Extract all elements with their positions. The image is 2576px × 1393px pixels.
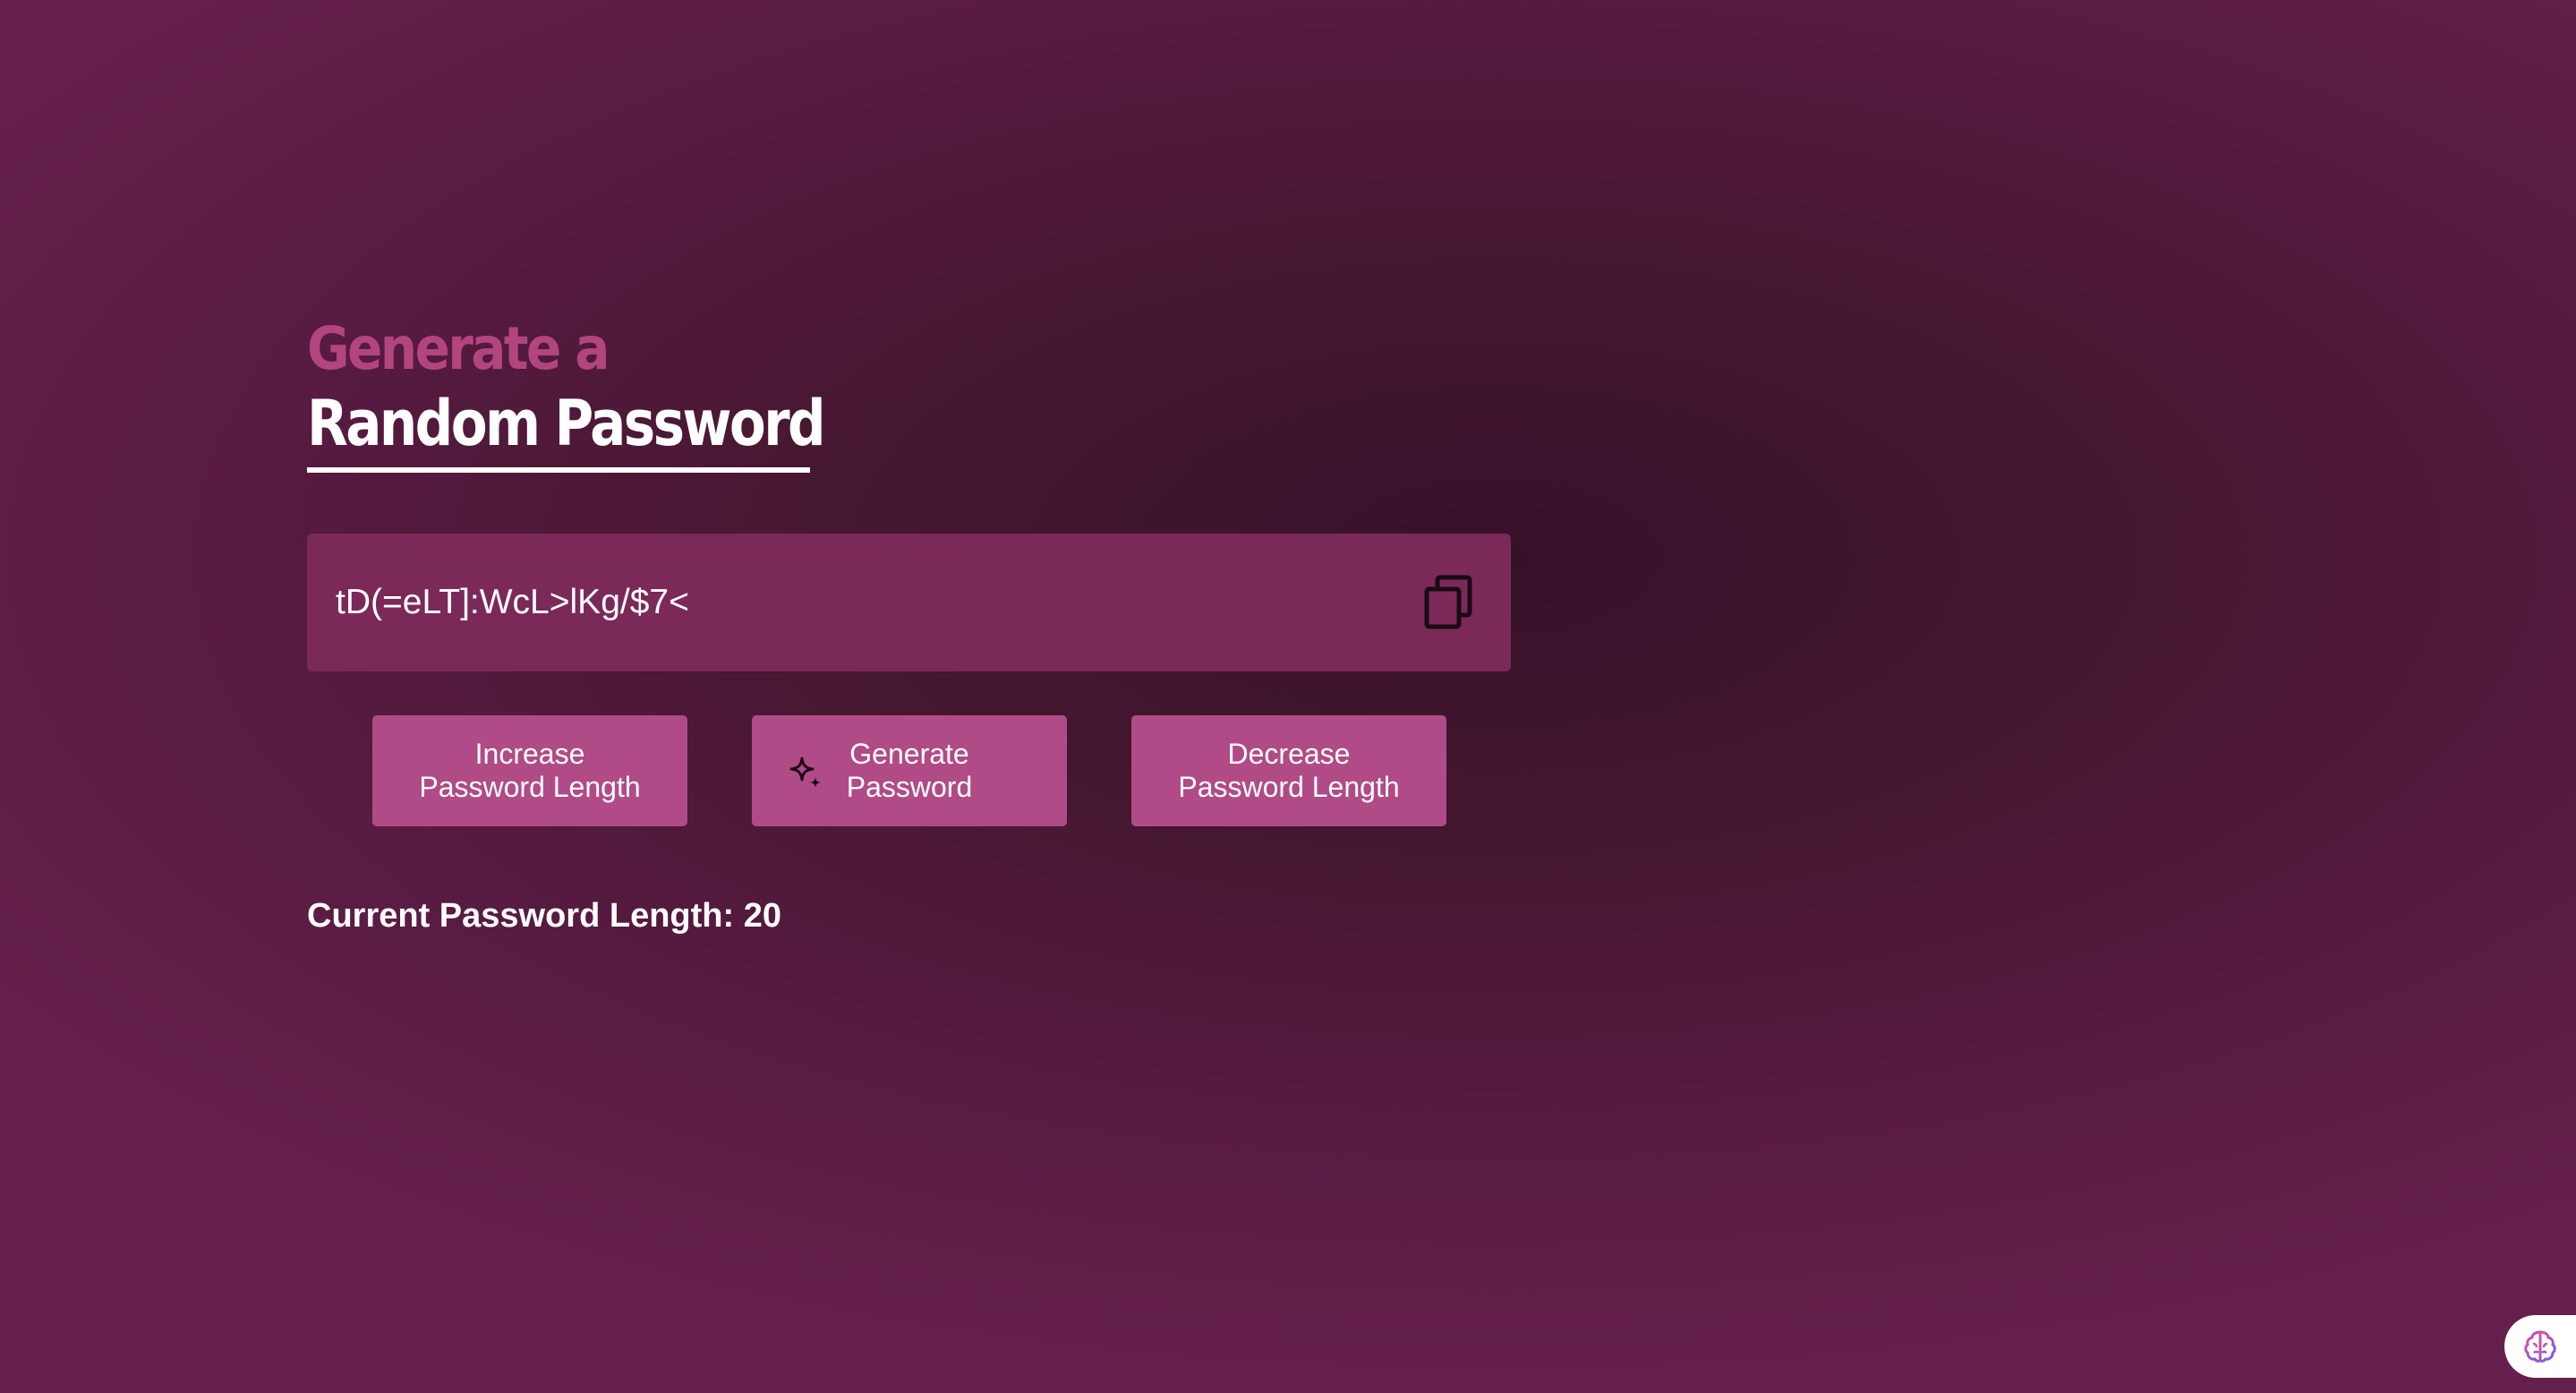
sparkle-icon (789, 756, 821, 788)
heading-line-1: Generate a (307, 314, 610, 383)
password-value: tD(=eLT]:WcL>lKg/$7< (336, 583, 689, 621)
brain-icon (2524, 1330, 2556, 1363)
copy-button[interactable] (1420, 571, 1477, 634)
increase-length-button[interactable]: Increase Password Length (372, 715, 687, 826)
copy-icon (1424, 575, 1472, 629)
current-length-label: Current Password Length: 20 (307, 897, 781, 935)
button-row: Increase Password Length Generate Passwo… (372, 715, 1446, 826)
decrease-label-line-2: Password Length (1178, 771, 1400, 803)
extension-badge[interactable] (2504, 1315, 2576, 1378)
increase-label-line-1: Increase (474, 738, 585, 770)
decrease-length-button[interactable]: Decrease Password Length (1131, 715, 1446, 826)
generate-label-line-2: Password (846, 771, 973, 803)
increase-label-line-2: Password Length (419, 771, 641, 803)
generate-label-line-1: Generate (849, 738, 969, 770)
decrease-label-line-1: Decrease (1227, 738, 1351, 770)
password-display: tD(=eLT]:WcL>lKg/$7< (307, 534, 1511, 671)
heading-underline: Random Password (307, 385, 826, 473)
heading-line-2: Random Password (307, 387, 826, 460)
password-generator: Generate a Random Password tD(=eLT]:WcL>… (307, 313, 1511, 935)
generate-password-button[interactable]: Generate Password (752, 715, 1067, 826)
